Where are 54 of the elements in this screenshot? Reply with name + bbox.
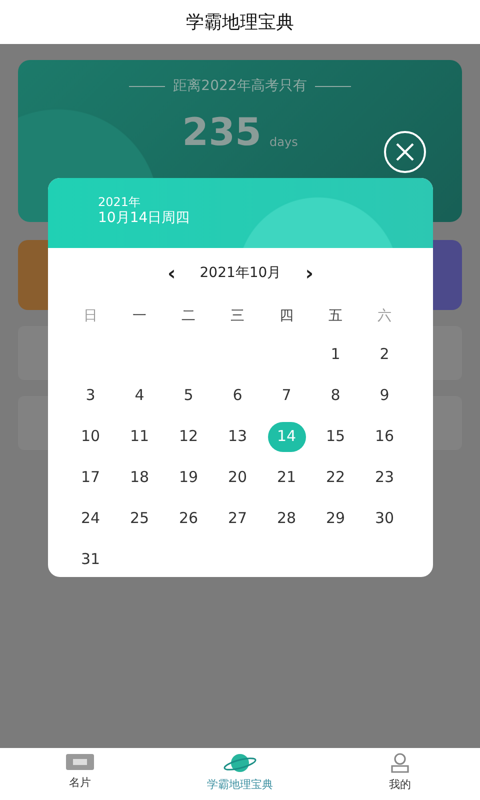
day-button[interactable]: 9 — [366, 380, 404, 410]
month-label: 2021年10月 — [200, 264, 282, 282]
weekday-label: 二 — [182, 306, 196, 326]
day-button[interactable]: 5 — [170, 380, 208, 410]
day-button[interactable]: 10 — [72, 422, 110, 452]
countdown-caption: 距离2022年高考只有 — [173, 77, 307, 96]
next-month-button[interactable]: › — [297, 263, 322, 283]
close-icon — [394, 141, 416, 163]
close-button[interactable] — [384, 131, 426, 173]
weekday-label: 六 — [378, 306, 392, 326]
day-button[interactable]: 28 — [268, 504, 306, 534]
countdown-unit: days — [270, 134, 298, 151]
day-button[interactable]: 22 — [316, 462, 354, 492]
planet-icon — [223, 752, 257, 774]
year-label: 2021年 — [98, 195, 142, 210]
day-button[interactable]: 1 — [316, 340, 354, 370]
weekday-label: 日 — [84, 306, 98, 326]
tab-button[interactable]: 名片 — [0, 748, 160, 800]
day-button[interactable]: 6 — [218, 380, 256, 410]
day-button[interactable]: 13 — [218, 422, 256, 452]
day-button[interactable]: 16 — [366, 422, 404, 452]
day-button[interactable]: 17 — [72, 462, 110, 492]
day-button[interactable]: 7 — [268, 380, 306, 410]
tab-button[interactable]: 我的 — [320, 748, 480, 800]
day-button[interactable]: 11 — [120, 422, 158, 452]
day-button[interactable]: 30 — [366, 504, 404, 534]
day-button[interactable]: 12 — [170, 422, 208, 452]
selected-date: 10月14日周四 — [98, 209, 191, 228]
day-button[interactable]: 4 — [120, 380, 158, 410]
day-button[interactable]: 3 — [72, 380, 110, 410]
day-button[interactable]: 26 — [170, 504, 208, 534]
weekday-label: 三 — [230, 306, 244, 326]
weekday-label: 一 — [132, 306, 146, 326]
day-button[interactable]: 19 — [170, 462, 208, 492]
day-button[interactable]: 8 — [316, 380, 354, 410]
day-button[interactable]: 25 — [120, 504, 158, 534]
day-button[interactable]: 20 — [218, 462, 256, 492]
day-button[interactable]: 24 — [72, 504, 110, 534]
day-button[interactable]: 18 — [120, 462, 158, 492]
day-button[interactable]: 31 — [72, 544, 110, 574]
card-icon — [65, 752, 95, 772]
day-button[interactable]: 27 — [218, 504, 256, 534]
day-button[interactable]: 23 — [366, 462, 404, 492]
day-button[interactable]: 2 — [366, 340, 404, 370]
weekday-label: 四 — [280, 306, 294, 326]
previous-month-button[interactable]: ‹ — [160, 263, 184, 283]
day-button[interactable]: 21 — [268, 462, 306, 492]
tab-button[interactable]: 学霸地理宝典 — [160, 748, 320, 800]
weekday-label: 五 — [328, 306, 342, 326]
day-button[interactable]: 15 — [316, 422, 354, 452]
app-title: 学霸地理宝典 — [186, 10, 294, 34]
user-icon — [389, 752, 411, 774]
countdown-number: 235 — [182, 113, 262, 151]
day-button[interactable]: 29 — [316, 504, 354, 534]
